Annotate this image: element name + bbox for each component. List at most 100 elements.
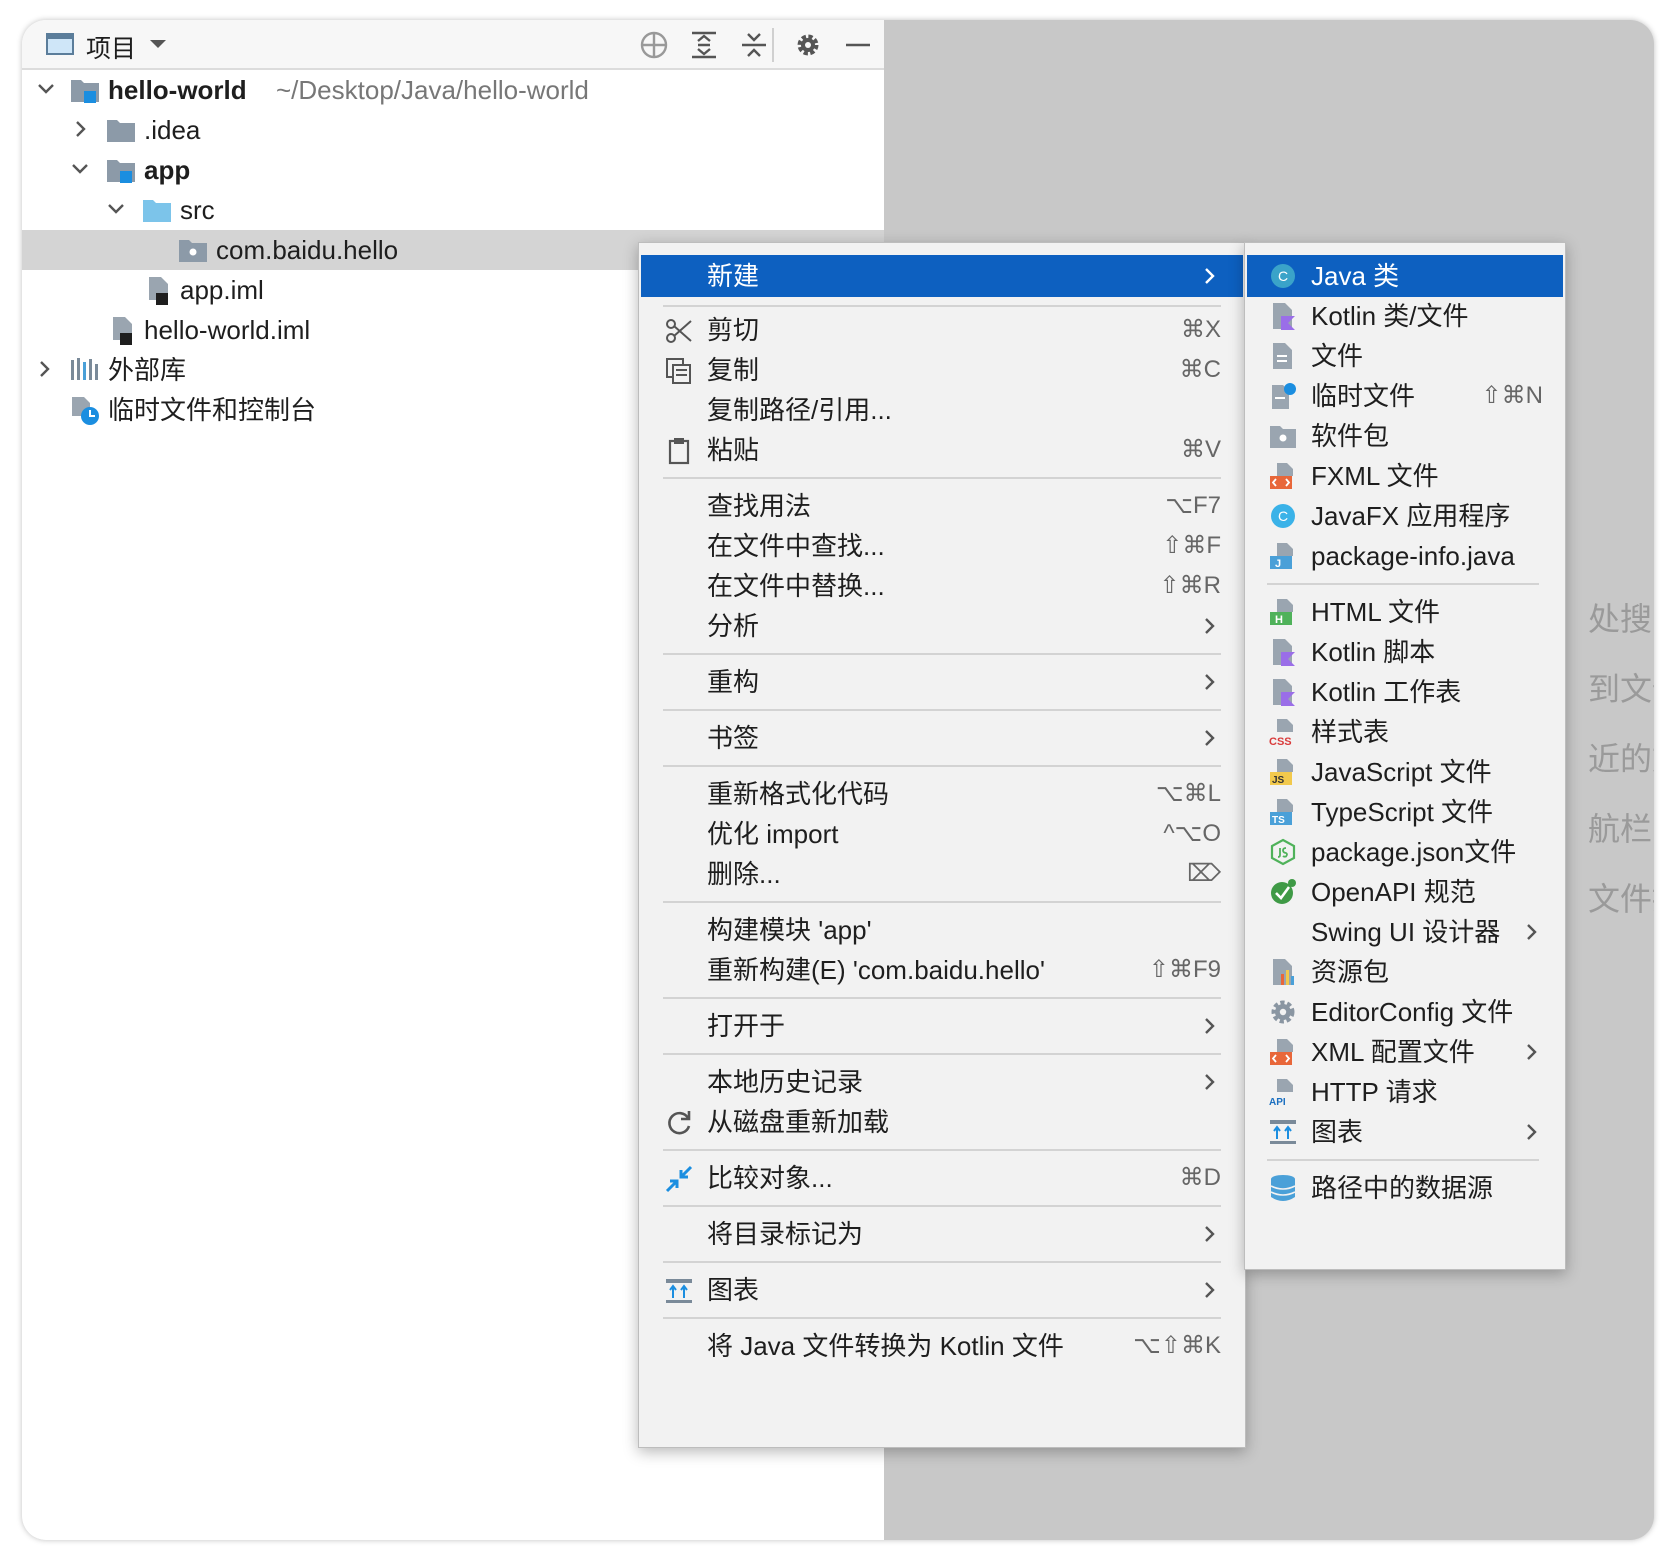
http-request-icon: API <box>1269 1079 1293 1106</box>
submenu-item-scratch[interactable]: 临时文件 ⇧⌘N <box>1247 375 1563 417</box>
submenu-item-file[interactable]: 文件 <box>1247 335 1563 377</box>
submenu-item-javafx-app[interactable]: C JavaFX 应用程序 <box>1247 495 1563 537</box>
editor-hint-3: 近的文 <box>1588 741 1654 777</box>
clipboard-icon <box>668 438 690 465</box>
submenu-item-resource-bundle[interactable]: 资源包 <box>1247 951 1563 993</box>
tree-row-idea[interactable]: .idea <box>22 110 884 150</box>
kotlin-worksheet-icon <box>1273 679 1295 706</box>
module-folder-icon <box>107 160 135 183</box>
menu-item-compare[interactable]: 比较对象... ⌘D <box>641 1157 1243 1199</box>
submenu-item-swing-ui[interactable]: Swing UI 设计器 <box>1247 911 1563 953</box>
menu-item-copy-path[interactable]: 复制路径/引用... <box>641 389 1243 431</box>
menu-item-optimize-imports[interactable]: 优化 import ^⌥O <box>641 813 1243 855</box>
tree-row-src[interactable]: src <box>22 190 884 230</box>
menu-item-cut[interactable]: 剪切 ⌘X <box>641 309 1243 351</box>
toolbar-divider <box>772 28 774 62</box>
chevron-right-icon <box>1527 924 1537 940</box>
tree-label-scratches: 临时文件和控制台 <box>108 395 317 425</box>
submenu-item-diagrams[interactable]: 图表 <box>1247 1111 1563 1153</box>
chevron-right-icon <box>1205 674 1215 690</box>
chevron-right-icon <box>1527 1124 1537 1140</box>
submenu-item-xml-config[interactable]: XML 配置文件 <box>1247 1031 1563 1073</box>
collapse-all-icon[interactable] <box>738 30 770 60</box>
menu-item-rebuild[interactable]: 重新构建(E) 'com.baidu.hello' ⇧⌘F9 <box>641 949 1243 991</box>
svg-text:J: J <box>1275 558 1281 570</box>
compare-icon <box>665 1165 693 1193</box>
submenu-item-kotlin-class[interactable]: Kotlin 类/文件 <box>1247 295 1563 337</box>
openapi-icon <box>1271 879 1296 904</box>
submenu-item-java-class[interactable]: C Java 类 <box>1247 255 1563 297</box>
chevron-right-icon <box>1527 1044 1537 1060</box>
chevron-right-icon <box>1205 1018 1215 1034</box>
menu-divider <box>663 1053 1221 1055</box>
menu-item-reformat[interactable]: 重新格式化代码 ⌥⌘L <box>641 773 1243 815</box>
refresh-icon <box>668 1111 691 1135</box>
module-folder-icon <box>71 80 99 103</box>
menu-item-build-module[interactable]: 构建模块 'app' <box>641 909 1243 951</box>
submenu-item-editorconfig[interactable]: EditorConfig 文件 <box>1247 991 1563 1033</box>
kotlin-script-icon <box>1273 639 1295 666</box>
root-project-path: ~/Desktop/Java/hello-world <box>276 75 589 105</box>
submenu-item-fxml[interactable]: FXML 文件 <box>1247 455 1563 497</box>
menu-item-refactor[interactable]: 重构 <box>641 661 1243 703</box>
menu-divider <box>663 765 1221 767</box>
chevron-down-icon[interactable] <box>146 32 178 62</box>
menu-item-diagrams[interactable]: 图表 <box>641 1269 1243 1311</box>
submenu-item-http-request[interactable]: API HTTP 请求 <box>1247 1071 1563 1113</box>
chevron-right-icon <box>1205 1226 1215 1242</box>
menu-item-delete[interactable]: 删除... ⌦ <box>641 853 1243 895</box>
tree-label-root-iml: hello-world.iml <box>144 315 311 345</box>
submenu-item-package[interactable]: 软件包 <box>1247 415 1563 457</box>
tree-row-root[interactable]: hello-world ~/Desktop/Java/hello-world <box>22 70 884 110</box>
chevron-right-icon[interactable] <box>32 357 56 381</box>
menu-item-open-in[interactable]: 打开于 <box>641 1005 1243 1047</box>
project-panel-title[interactable]: 项目 <box>86 29 136 65</box>
nodejs-icon <box>1270 838 1296 866</box>
submenu-item-package-info[interactable]: J package-info.java <box>1247 535 1563 577</box>
chevron-down-icon[interactable] <box>34 77 58 101</box>
submenu-item-javascript[interactable]: JS JavaScript 文件 <box>1247 751 1563 793</box>
css-file-icon: CSS <box>1269 719 1293 746</box>
menu-item-find-usages[interactable]: 查找用法 ⌥F7 <box>641 485 1243 527</box>
menu-item-new[interactable]: 新建 <box>641 255 1243 297</box>
minimize-icon[interactable] <box>842 30 874 60</box>
menu-item-mark-directory[interactable]: 将目录标记为 <box>641 1213 1243 1255</box>
chevron-right-icon[interactable] <box>68 117 92 141</box>
menu-item-replace-in-files[interactable]: 在文件中替换... ⇧⌘R <box>641 565 1243 607</box>
root-project-name: hello-world <box>108 75 247 105</box>
submenu-item-kotlin-script[interactable]: Kotlin 脚本 <box>1247 631 1563 673</box>
submenu-item-typescript[interactable]: TS TypeScript 文件 <box>1247 791 1563 833</box>
folder-icon <box>107 120 135 142</box>
locate-icon[interactable] <box>638 30 670 60</box>
menu-item-find-in-files[interactable]: 在文件中查找... ⇧⌘F <box>641 525 1243 567</box>
iml-file-icon <box>113 317 132 345</box>
chevron-down-icon[interactable] <box>68 157 92 181</box>
expand-all-icon[interactable] <box>688 30 720 60</box>
submenu-item-openapi[interactable]: OpenAPI 规范 <box>1247 871 1563 913</box>
java-class-icon: C <box>1271 264 1295 288</box>
menu-item-analyze[interactable]: 分析 <box>641 605 1243 647</box>
submenu-item-stylesheet[interactable]: CSS 样式表 <box>1247 711 1563 753</box>
menu-item-copy[interactable]: 复制 ⌘C <box>641 349 1243 391</box>
menu-divider <box>1267 583 1539 585</box>
chevron-down-icon[interactable] <box>104 197 128 221</box>
gear-icon[interactable] <box>792 30 824 60</box>
project-view-icon[interactable] <box>46 32 74 56</box>
svg-text:H: H <box>1275 614 1283 626</box>
menu-item-local-history[interactable]: 本地历史记录 <box>641 1061 1243 1103</box>
menu-item-paste[interactable]: 粘贴 ⌘V <box>641 429 1243 471</box>
submenu-item-kotlin-worksheet[interactable]: Kotlin 工作表 <box>1247 671 1563 713</box>
submenu-item-data-source[interactable]: 路径中的数据源 <box>1247 1167 1563 1209</box>
menu-item-reload[interactable]: 从磁盘重新加载 <box>641 1101 1243 1143</box>
menu-divider <box>663 1149 1221 1151</box>
editor-hint-1: 处搜索 <box>1588 601 1654 637</box>
submenu-item-package-json[interactable]: package.json文件 <box>1247 831 1563 873</box>
tree-label-package: com.baidu.hello <box>216 235 399 265</box>
tree-row-app[interactable]: app <box>22 150 884 190</box>
menu-item-bookmarks[interactable]: 书签 <box>641 717 1243 759</box>
menu-divider <box>663 1261 1221 1263</box>
scissors-icon <box>666 319 692 343</box>
submenu-item-html[interactable]: H HTML 文件 <box>1247 591 1563 633</box>
menu-item-convert-kotlin[interactable]: 将 Java 文件转换为 Kotlin 文件 ⌥⇧⌘K <box>641 1325 1243 1367</box>
svg-text:JS: JS <box>1272 775 1285 786</box>
